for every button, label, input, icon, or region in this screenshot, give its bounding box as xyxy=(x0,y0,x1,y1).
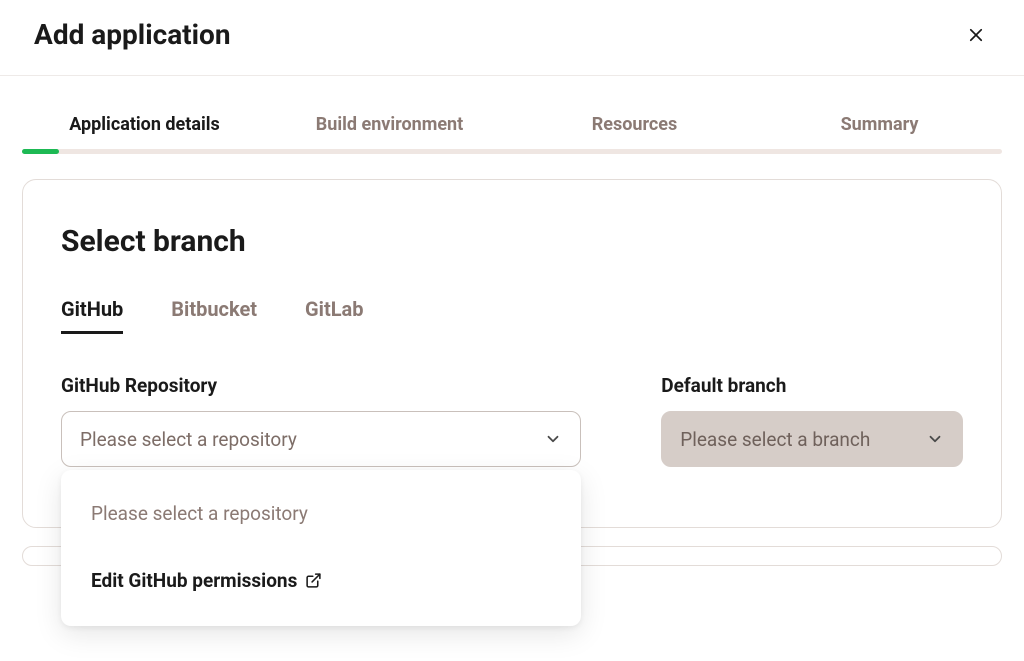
stepper-step-resources[interactable]: Resources xyxy=(512,76,757,151)
repo-field-group: GitHub Repository Please select a reposi… xyxy=(61,374,581,467)
stepper-step-label: Resources xyxy=(592,114,678,135)
stepper-step-build-environment[interactable]: Build environment xyxy=(267,76,512,151)
external-link-icon xyxy=(305,572,322,589)
repo-field-label: GitHub Repository xyxy=(61,374,581,397)
provider-tab-label: Bitbucket xyxy=(171,297,257,321)
close-icon xyxy=(967,26,985,44)
chevron-down-icon xyxy=(926,430,944,448)
branch-select: Please select a branch xyxy=(661,411,963,467)
provider-tab-github[interactable]: GitHub xyxy=(61,297,123,334)
provider-tab-bitbucket[interactable]: Bitbucket xyxy=(171,297,257,334)
provider-tabs: GitHub Bitbucket GitLab xyxy=(61,297,963,334)
branch-select-placeholder: Please select a branch xyxy=(680,428,870,451)
close-button[interactable] xyxy=(962,21,990,49)
section-heading: Select branch xyxy=(61,224,963,259)
provider-tab-label: GitLab xyxy=(305,297,363,321)
branch-field-label: Default branch xyxy=(661,374,963,397)
stepper-nav: Application details Build environment Re… xyxy=(22,76,1002,151)
repo-dropdown-placeholder: Please select a repository xyxy=(61,490,581,537)
stepper-step-label: Build environment xyxy=(316,114,463,135)
modal-title: Add application xyxy=(34,18,231,51)
select-branch-card: Select branch GitHub Bitbucket GitLab Gi… xyxy=(22,179,1002,528)
repo-dropdown: Please select a repository Edit GitHub p… xyxy=(61,470,581,626)
branch-field-group: Default branch Please select a branch xyxy=(661,374,963,467)
edit-github-permissions-label: Edit GitHub permissions xyxy=(91,569,297,592)
stepper-track xyxy=(22,149,1002,154)
stepper-step-label: Summary xyxy=(841,114,919,135)
stepper-step-application-details[interactable]: Application details xyxy=(22,76,267,151)
edit-github-permissions-link[interactable]: Edit GitHub permissions xyxy=(61,557,581,604)
provider-tab-gitlab[interactable]: GitLab xyxy=(305,297,363,334)
chevron-down-icon xyxy=(544,430,562,448)
modal-header: Add application xyxy=(0,0,1024,76)
stepper-step-summary[interactable]: Summary xyxy=(757,76,1002,151)
repo-select[interactable]: Please select a repository xyxy=(61,411,581,467)
provider-tab-label: GitHub xyxy=(61,297,123,321)
repo-select-placeholder: Please select a repository xyxy=(80,428,297,451)
stepper-progress-bar xyxy=(22,149,59,154)
fields-row: GitHub Repository Please select a reposi… xyxy=(61,374,963,467)
stepper-step-label: Application details xyxy=(69,114,220,135)
